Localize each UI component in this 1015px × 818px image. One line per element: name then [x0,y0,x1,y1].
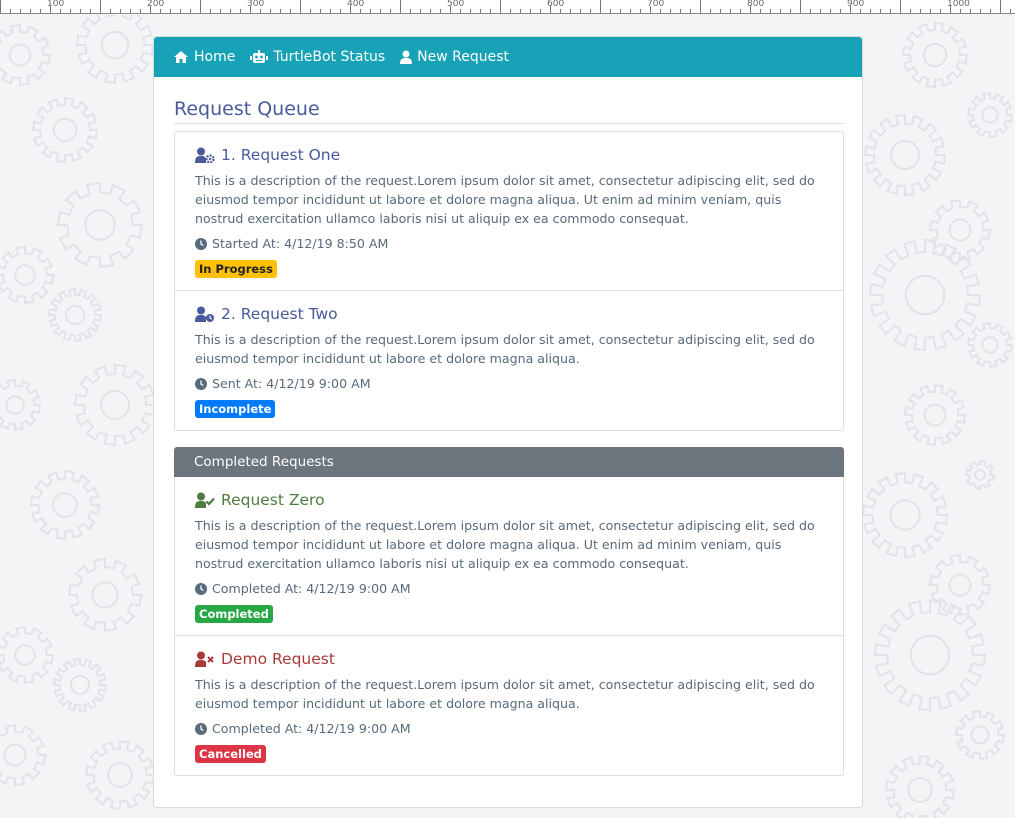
status-badge: Completed [195,605,273,623]
completed-requests-list: Request Zero This is a description of th… [174,477,844,776]
user-check-icon [195,492,215,508]
nav-home[interactable]: Home [173,49,235,65]
robot-icon [250,50,269,63]
clock-icon [195,237,207,250]
nav-new-request[interactable]: New Request [400,49,509,65]
nav-turtlebot-status[interactable]: TurtleBot Status [250,49,385,65]
ruler-label: 800 [747,0,765,9]
clock-icon [195,377,207,390]
list-item[interactable]: Demo Request This is a description of th… [175,636,843,775]
ruler-label: 600 [547,0,565,9]
page-title: Request Queue [174,98,843,124]
user-gear-icon [195,147,215,163]
status-badge: In Progress [195,260,277,278]
ruler-label: 100 [47,0,65,9]
list-item[interactable]: 1. Request One This is a description of … [175,132,843,291]
user-icon [400,50,413,64]
status-badge: Cancelled [195,745,266,763]
user-x-icon [195,651,214,667]
completed-requests-header: Completed Requests [174,447,844,477]
user-clock-icon [195,306,214,322]
request-description: This is a description of the request.Lor… [195,332,815,366]
request-title: 1. Request One [221,146,341,164]
request-timestamp: Completed At: 4/12/19 9:00 AM [212,721,411,736]
main-panel: Home TurtleBot Status New Request Reques… [153,36,863,808]
request-queue-list: 1. Request One This is a description of … [174,131,844,431]
ruler-label: 300 [247,0,265,9]
home-icon [174,51,188,63]
ruler-label: 400 [347,0,365,9]
request-title: Request Zero [221,491,325,509]
nav-home-label: Home [194,49,236,65]
navbar: Home TurtleBot Status New Request [154,37,862,77]
request-timestamp: Sent At: 4/12/19 9:00 AM [212,376,371,391]
request-description: This is a description of the request.Lor… [195,173,815,226]
request-title: 2. Request Two [221,305,338,323]
top-ruler: 100 200 300 400 500 600 700 800 900 1000 [0,0,1015,14]
request-title: Demo Request [221,650,335,668]
ruler-label: 500 [447,0,465,9]
list-item[interactable]: 2. Request Two This is a description of … [175,291,843,430]
list-item[interactable]: Request Zero This is a description of th… [175,477,843,636]
ruler-label: 1000 [947,0,970,9]
request-description: This is a description of the request.Lor… [195,518,815,571]
nav-new-request-label: New Request [417,49,509,65]
nav-status-label: TurtleBot Status [273,49,386,65]
status-badge: Incomplete [195,400,276,418]
clock-icon [195,582,207,595]
request-timestamp: Completed At: 4/12/19 9:00 AM [212,581,411,596]
ruler-label: 700 [647,0,665,9]
request-timestamp: Started At: 4/12/19 8:50 AM [212,236,389,251]
clock-icon [195,722,207,735]
request-description: This is a description of the request.Lor… [195,677,815,711]
ruler-label: 200 [147,0,165,9]
ruler-label: 900 [847,0,865,9]
